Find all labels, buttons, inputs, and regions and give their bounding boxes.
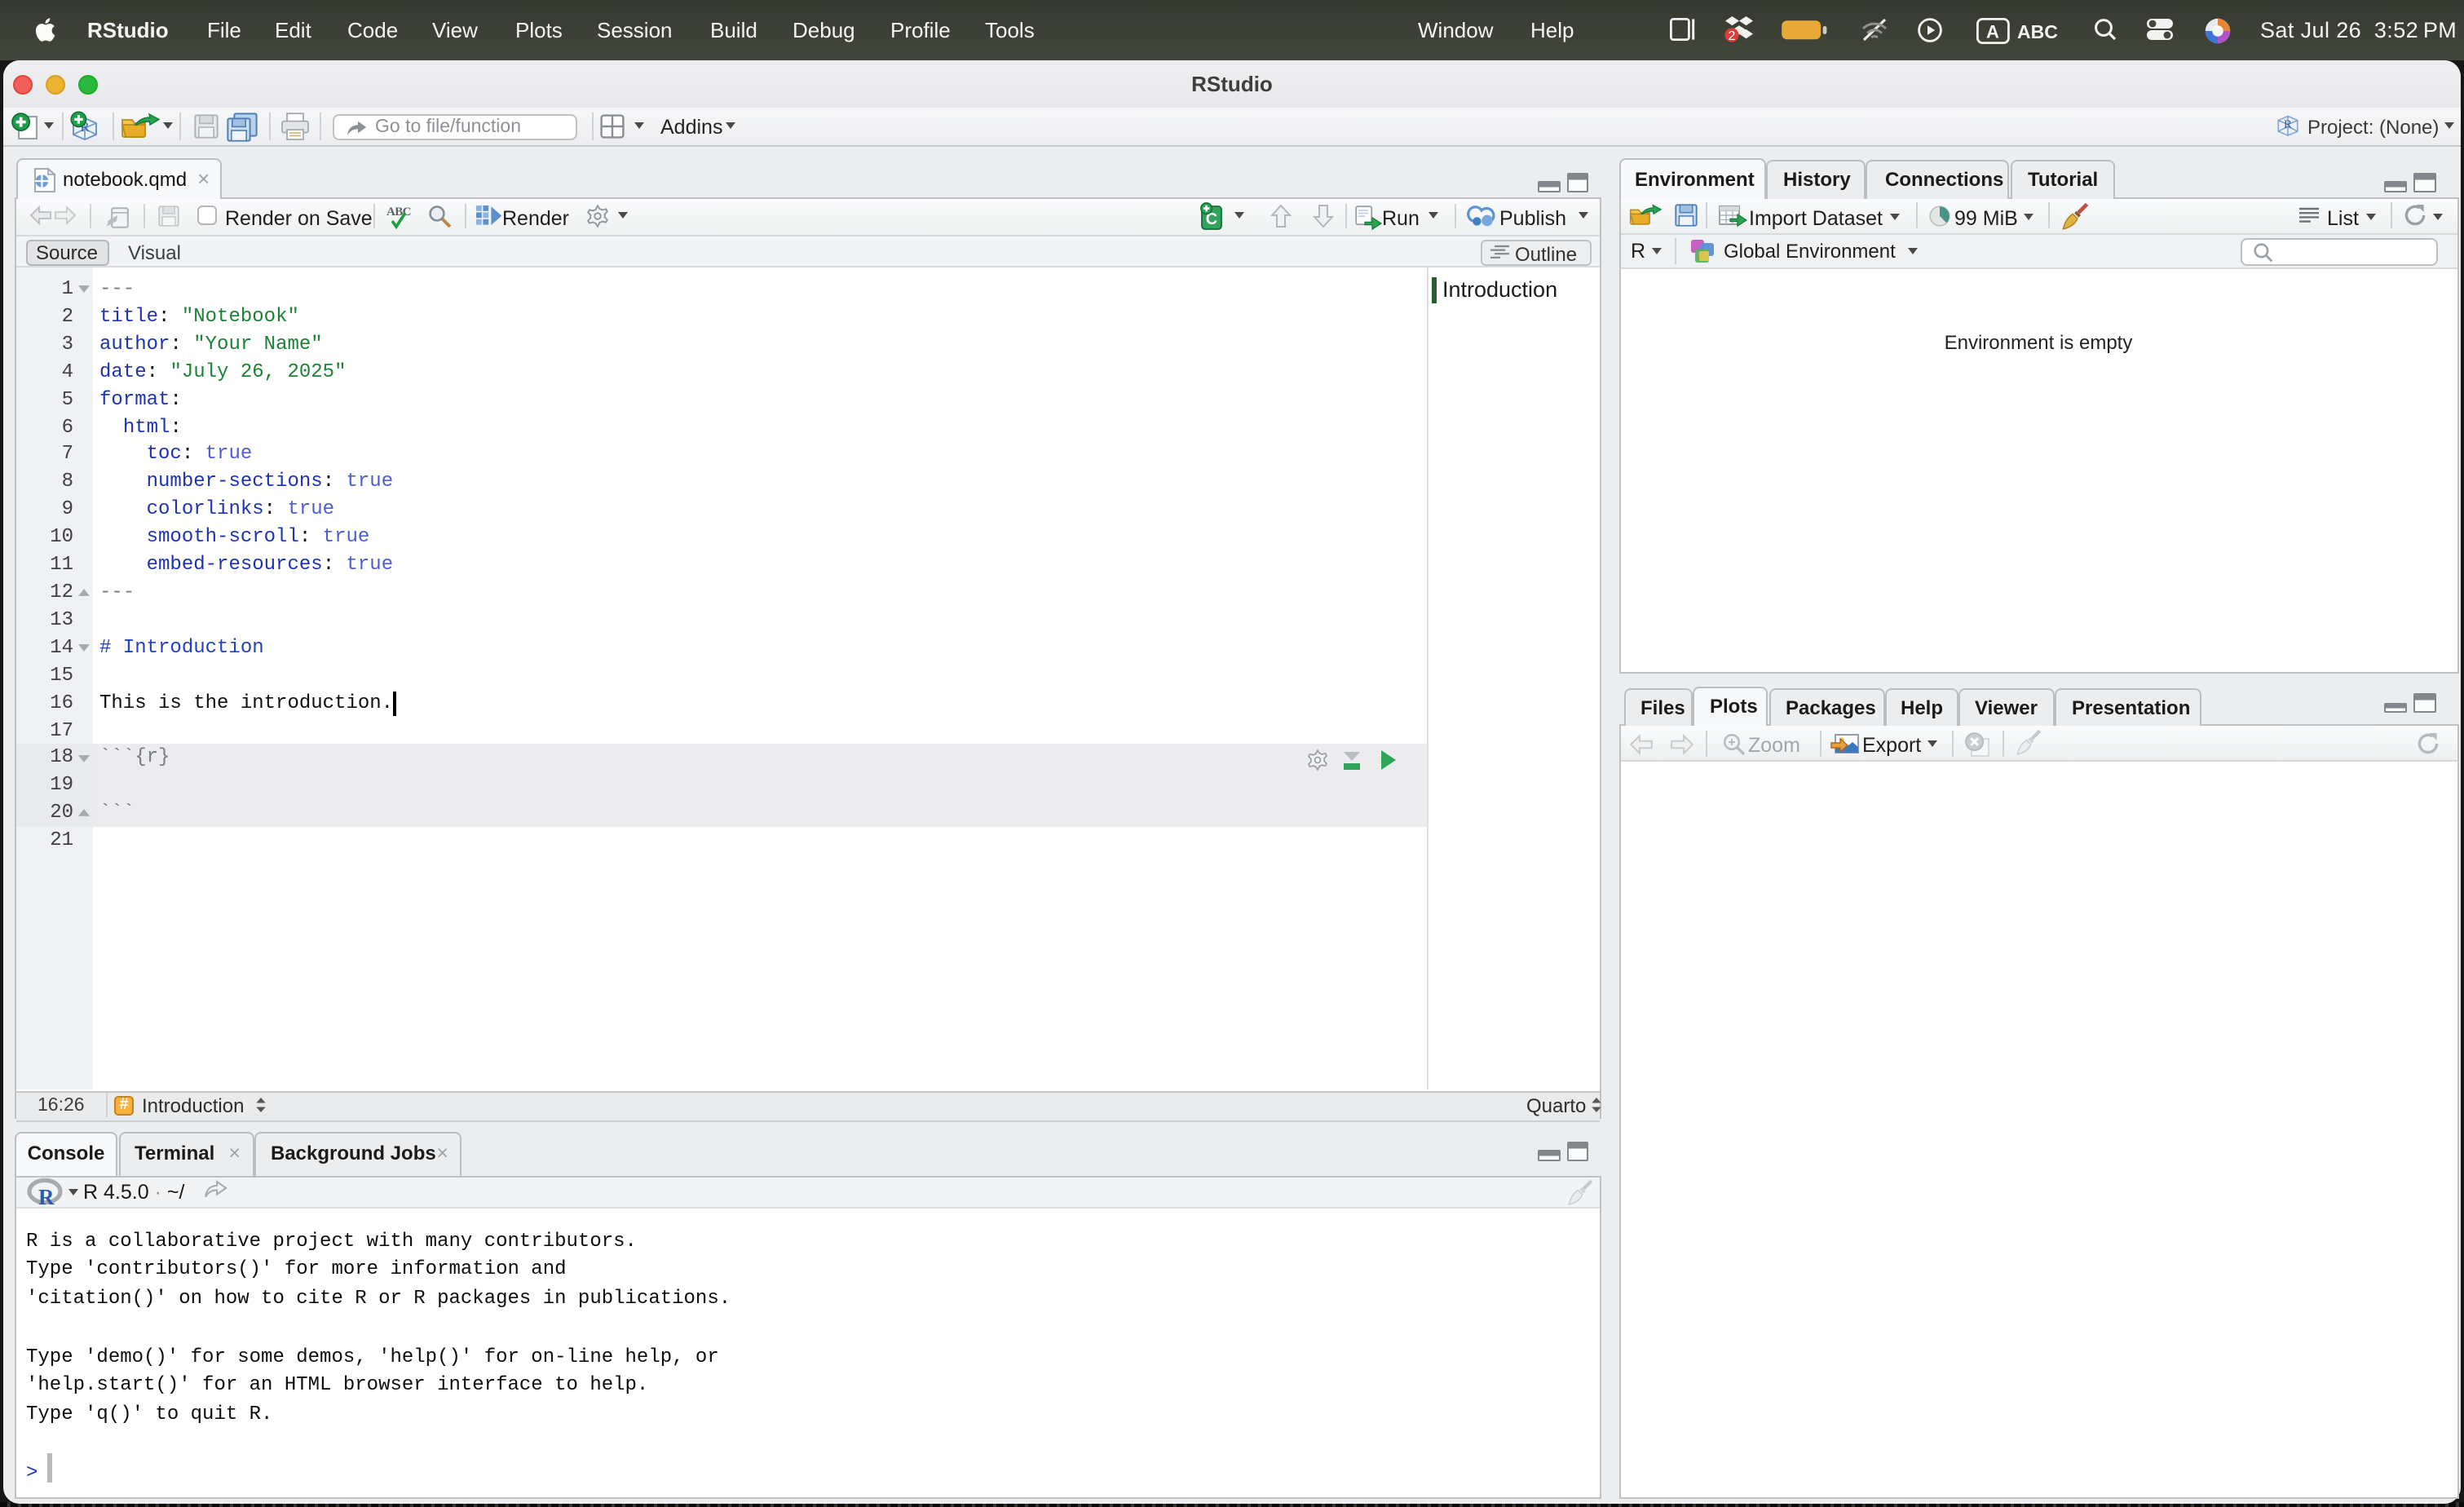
- svg-text:ABC: ABC: [386, 205, 411, 218]
- svg-text:R: R: [2284, 117, 2293, 130]
- svg-text:R: R: [38, 1184, 55, 1209]
- svg-text:ABC: ABC: [2017, 20, 2058, 42]
- svg-text:2: 2: [1729, 29, 1736, 43]
- svg-text:A: A: [1986, 20, 1999, 41]
